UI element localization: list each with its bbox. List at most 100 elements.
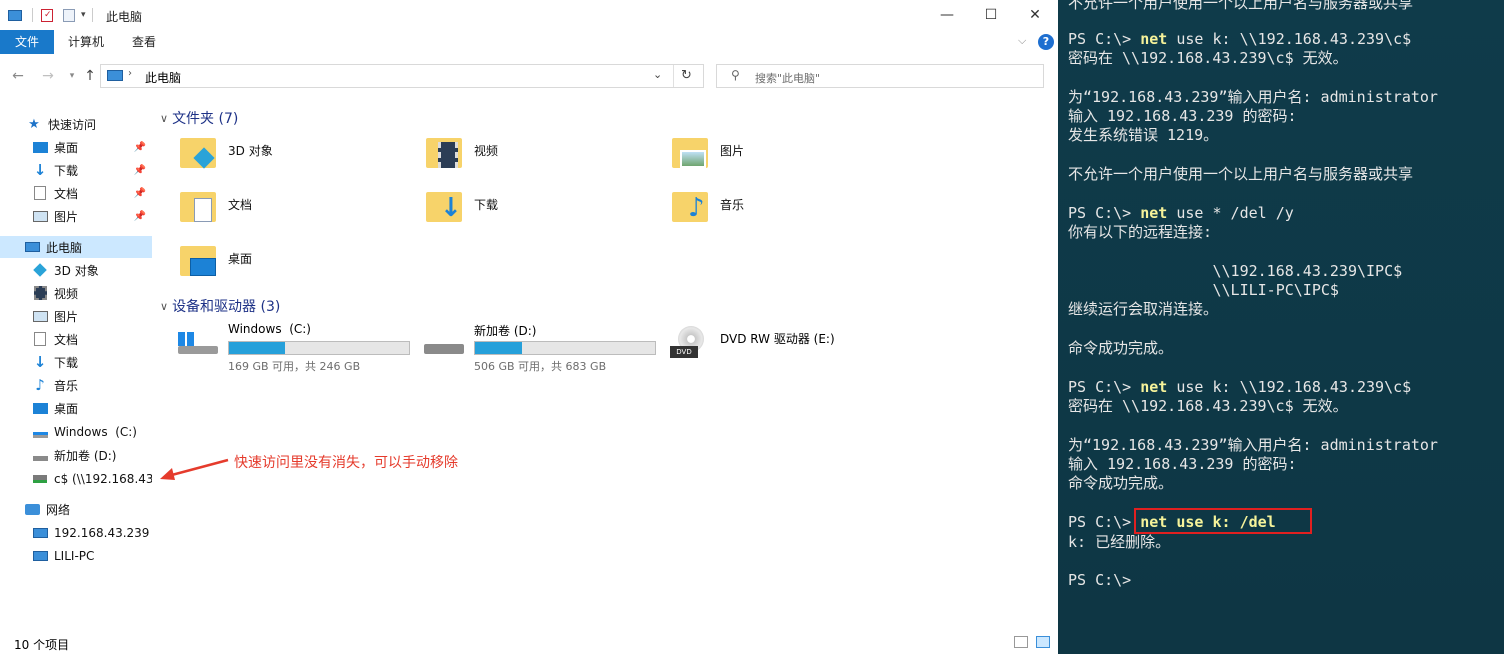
folder-documents[interactable]: 文档 [176,188,416,240]
nav-3d-objects[interactable]: 3D 对象 [0,259,152,281]
download-icon: ↓ [33,161,47,179]
drives-group-header[interactable]: ∨ 设备和驱动器 (3) [160,296,280,316]
document-icon [32,331,48,347]
network-drive-icon [32,471,48,487]
folder-downloads[interactable]: ↓ 下载 [422,188,662,240]
desktop-icon [32,139,48,155]
nav-drive-c[interactable]: Windows (C:) [0,421,152,443]
computer-icon[interactable] [8,9,22,21]
folder-3d-objects[interactable]: 3D 对象 [176,134,416,186]
terminal-line: k: 已经删除。 [1068,533,1171,551]
ribbon-tabs: 文件 计算机 查看 ⌵ ? [0,30,1058,54]
drive-c-usage-fill [229,342,285,354]
item-count: 10 个项目 [14,638,70,652]
terminal-prompt: PS C:\> [1068,204,1141,222]
help-icon[interactable]: ? [1038,34,1054,50]
download-icon: ↓ [33,353,47,371]
terminal-line: \\192.168.43.239\IPC$ [1068,262,1403,280]
terminal-line: 命令成功完成。 [1068,474,1174,492]
nav-desktop[interactable]: 桌面 [0,397,152,419]
highlight-box [1134,508,1312,534]
customize-qat-icon[interactable]: ▾ [81,10,86,20]
tab-file[interactable]: 文件 [0,30,54,54]
up-button[interactable]: ↑ [80,66,100,86]
nav-pictures[interactable]: 图片 [0,305,152,327]
content-pane: ∨ 文件夹 (7) 3D 对象 视频 图片 文档 ↓ 下载 ♪ 音乐 桌面 ∨ … [156,100,1056,628]
forward-button[interactable]: → [38,66,58,86]
nav-this-pc[interactable]: 此电脑 [0,236,152,258]
pin-icon[interactable]: 📌 [134,211,146,222]
nav-network[interactable]: 网络 [0,498,152,520]
pin-icon[interactable]: 📌 [134,165,146,176]
computer-icon [32,548,48,564]
tab-computer[interactable]: 计算机 [54,30,118,54]
terminal-command: net [1140,204,1168,222]
nav-music[interactable]: ♪ 音乐 [0,374,152,396]
terminal-line: 命令成功完成。 [1068,339,1174,357]
refresh-icon[interactable]: ↻ [681,68,692,83]
video-icon [32,285,48,301]
drive-icon [32,447,48,463]
terminal-line: 不允许一个用户使用一个以上用户名与服务器或共享 [1068,0,1414,12]
nav-quick-desktop[interactable]: 桌面 📌 [0,136,152,158]
powershell-terminal[interactable]: 不允许一个用户使用一个以上用户名与服务器或共享 PS C:\> net use k… [1058,0,1504,654]
nav-network-host-2[interactable]: LILI-PC [0,545,152,567]
folder-pictures[interactable]: 图片 [668,134,908,186]
search-box[interactable]: ⚲ 搜索"此电脑" [716,64,1044,88]
terminal-line: PS C:\> [1068,571,1132,589]
pin-icon[interactable]: 📌 [134,188,146,199]
desktop-icon [32,400,48,416]
expand-ribbon-icon[interactable]: ⌵ [1018,34,1026,48]
new-folder-icon[interactable] [63,8,75,22]
folders-group-header[interactable]: ∨ 文件夹 (7) [160,108,238,128]
download-arrow-icon: ↓ [440,193,462,223]
nav-network-host-1[interactable]: 192.168.43.239 [0,522,152,544]
drive-d-usage-bar [474,341,656,355]
nav-quick-access[interactable]: ★ 快速访问 [0,113,152,135]
terminal-prompt: PS C:\> [1068,513,1141,531]
drive-c-usage-bar [228,341,410,355]
search-input[interactable]: 搜索"此电脑" [755,70,820,86]
nav-network-drive-c[interactable]: c$ (\\192.168.43.2 [0,468,152,490]
properties-icon[interactable]: ✓ [41,8,53,22]
breadcrumb-this-pc[interactable]: 此电脑 [145,69,181,86]
recent-locations-button[interactable]: ▾ [62,66,82,86]
window-title: 此电脑 [106,10,143,24]
tab-view[interactable]: 查看 [118,30,170,54]
drive-c[interactable]: Windows (C:) 169 GB 可用，共 246 GB [176,322,416,378]
landscape-icon [680,150,706,168]
nav-videos[interactable]: 视频 [0,282,152,304]
nav-quick-pictures[interactable]: 图片 📌 [0,205,152,227]
navigation-pane: ★ 快速访问 桌面 📌 ↓ 下载 📌 文档 📌 图片 📌 此电脑 3D 对象 视… [0,100,152,628]
drive-e-dvd[interactable]: DVD DVD RW 驱动器 (E:) [668,322,908,378]
windows-drive-icon [32,424,48,440]
nav-documents[interactable]: 文档 [0,328,152,350]
maximize-button[interactable]: ☐ [968,0,1014,30]
terminal-line: \\LILI-PC\IPC$ [1068,281,1339,299]
back-button[interactable]: ← [8,66,28,86]
annotation-arrow [160,458,229,480]
terminal-prompt: PS C:\> [1068,30,1141,48]
drive-d[interactable]: 新加卷 (D:) 506 GB 可用，共 683 GB [422,322,662,378]
minimize-button[interactable]: — [924,0,970,30]
folder-music[interactable]: ♪ 音乐 [668,188,908,240]
nav-quick-downloads[interactable]: ↓ 下载 📌 [0,159,152,181]
nav-downloads[interactable]: ↓ 下载 [0,351,152,373]
screen-icon [190,258,216,276]
terminal-command: net [1140,378,1168,396]
close-button[interactable]: ✕ [1012,0,1058,30]
large-icons-view-icon[interactable] [1036,636,1050,648]
details-view-icon[interactable] [1014,636,1028,648]
film-icon [438,142,458,168]
music-note-icon: ♪ [688,193,705,223]
nav-drive-d[interactable]: 新加卷 (D:) [0,444,152,466]
network-icon [24,501,40,517]
terminal-line: 继续运行会取消连接。 [1068,300,1219,318]
address-dropdown-icon[interactable]: ⌄ [653,68,662,81]
nav-quick-documents[interactable]: 文档 📌 [0,182,152,204]
pin-icon[interactable]: 📌 [134,142,146,153]
folder-videos[interactable]: 视频 [422,134,662,186]
folder-desktop[interactable]: 桌面 [176,242,416,294]
address-bar[interactable]: › 此电脑 ⌄ ↻ [100,64,704,88]
computer-icon [32,525,48,541]
